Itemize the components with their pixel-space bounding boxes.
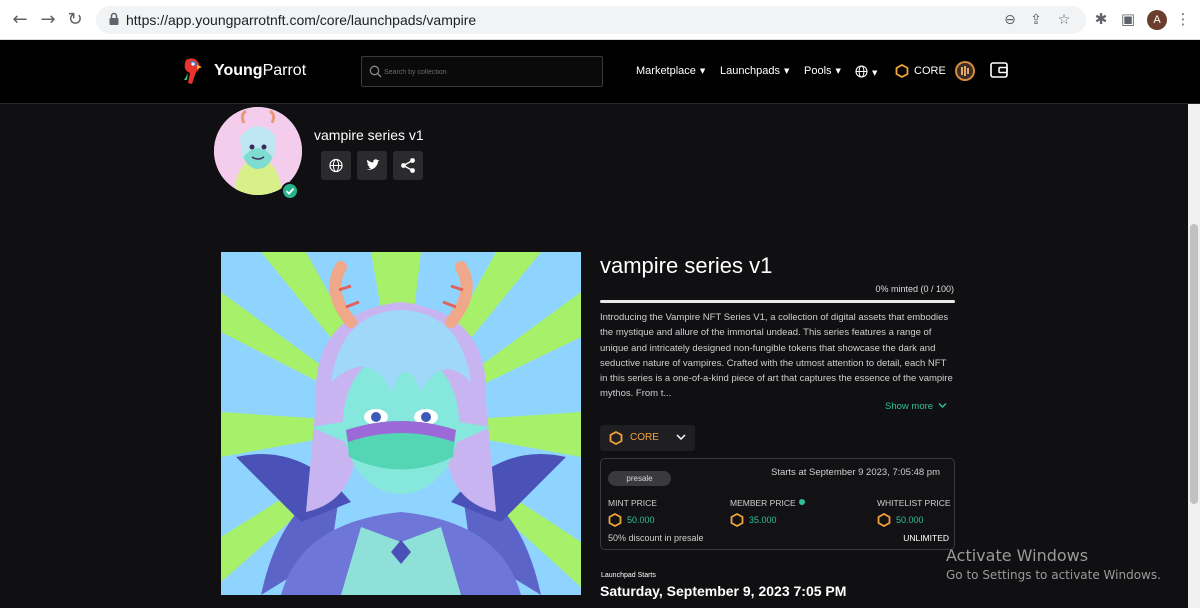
core-hexagon-icon [877,513,891,527]
member-price-label: MEMBER PRICE [730,498,805,508]
globe-icon [329,158,343,173]
user-avatar[interactable] [955,61,975,81]
collection-description: Introducing the Vampire NFT Series V1, a… [600,312,953,400]
chevron-down-icon: ▼ [835,67,841,75]
mint-price-label: MINT PRICE [608,498,657,508]
member-price-value: 35.000 [749,515,777,525]
wallet-icon[interactable] [990,62,1008,78]
core-hexagon-icon [608,513,622,527]
profile-avatar[interactable]: A [1147,10,1167,30]
currency-label: CORE [630,432,659,443]
chevron-down-icon [676,434,686,441]
mint-price-value: 50.000 [627,515,655,525]
core-hexagon-icon [730,513,744,527]
nav-launchpads[interactable]: Launchpads ▼ [720,65,789,77]
vampire-artwork-illustration [221,252,581,595]
forward-arrow-icon[interactable]: → [38,10,58,30]
chain-core-label[interactable]: CORE [914,65,946,77]
whitelist-price-value: 50.000 [896,515,924,525]
presale-discount-text: 50% discount in presale [608,533,704,543]
activate-windows-title: Activate Windows [946,546,1089,565]
search-icon [369,65,382,78]
address-bar[interactable]: https://app.youngparrotnft.com/core/laun… [96,6,1086,34]
whitelist-price-label: WHITELIST PRICE [877,498,951,508]
chevron-down-icon: ▼ [699,67,706,75]
lock-icon [109,12,119,25]
scrollbar-thumb[interactable] [1190,224,1198,504]
search-input[interactable] [384,63,584,81]
phase-badge: presale [608,471,671,486]
avatar-art-icon [957,63,973,79]
brand-name[interactable]: YoungParrot [214,62,306,80]
info-icon[interactable] [798,499,805,505]
site-header: YoungParrot Marketplace▼ Launchpads▼ Poo… [0,40,1200,104]
nav-marketplace[interactable]: Marketplace ▼ [636,65,705,77]
browser-toolbar: ← → ↻ https://app.youngparrotnft.com/cor… [0,0,1200,40]
core-hexagon-icon [895,64,909,78]
share-button[interactable] [393,151,423,180]
menu-dots-icon[interactable]: ⋮ [1174,10,1192,28]
side-panel-icon[interactable]: ▣ [1119,10,1137,28]
url-text: https://app.youngparrotnft.com/core/laun… [126,12,477,28]
chevron-down-icon: ▼ [872,69,878,77]
back-arrow-icon[interactable]: ← [10,10,30,30]
mint-phase-panel: presale Starts at September 9 2023, 7:05… [600,458,955,550]
bookmark-star-icon[interactable]: ☆ [1056,12,1072,28]
reload-icon[interactable]: ↻ [65,10,85,30]
nft-artwork-image [221,252,581,595]
share-icon[interactable]: ⇪ [1028,12,1044,28]
page-scrollbar[interactable] [1188,104,1200,608]
website-button[interactable] [321,151,351,180]
chevron-down-icon: ▼ [783,67,790,75]
launchpad-starts-label: Launchpad Starts [601,572,656,579]
launchpad-start-date: Saturday, September 9, 2023 7:05 PM [600,583,847,599]
nav-pools[interactable]: Pools ▼ [804,65,841,77]
twitter-icon [366,159,380,170]
activate-windows-subtitle: Go to Settings to activate Windows. [946,568,1161,582]
mint-limit-text: UNLIMITED [903,533,949,543]
extensions-icon[interactable]: ✱ [1092,10,1110,28]
mint-progress-bar [600,300,955,303]
globe-icon [855,65,868,78]
launchpad-title: vampire series v1 [600,253,773,278]
zoom-icon[interactable]: ⊖ [1002,12,1018,28]
phase-start-time: Starts at September 9 2023, 7:05:48 pm [771,467,940,478]
parrot-logo-icon[interactable] [178,56,204,86]
minted-count: 0% minted (0 / 100) [875,284,954,294]
chevron-down-icon [938,403,947,408]
share-icon [401,158,415,173]
language-selector[interactable]: ▼ [855,65,877,79]
show-more-button[interactable]: Show more [885,401,947,412]
collection-search[interactable] [361,56,603,87]
core-hexagon-icon [609,431,623,445]
currency-dropdown[interactable]: CORE [600,425,695,451]
twitter-button[interactable] [357,151,387,180]
collection-name: vampire series v1 [314,127,424,143]
verified-check-icon [281,182,299,200]
